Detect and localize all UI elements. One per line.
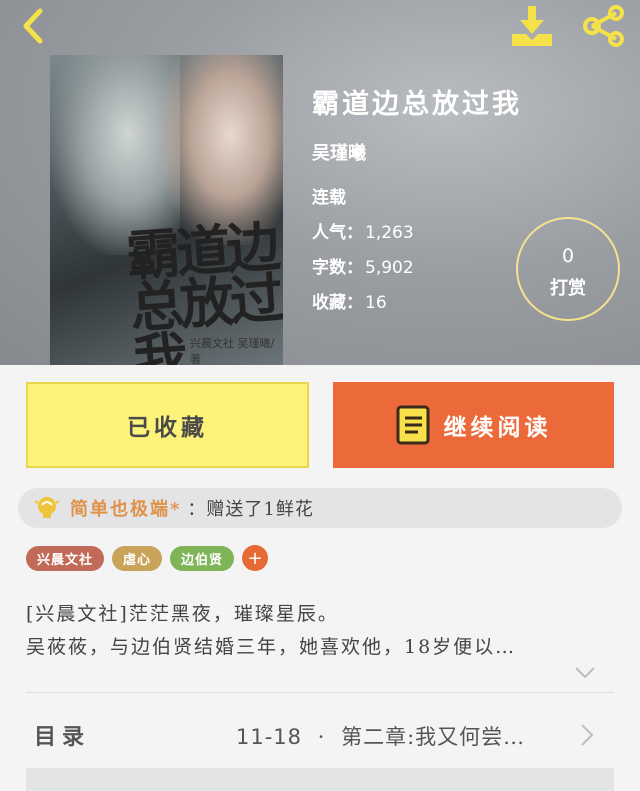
lightbulb-icon xyxy=(34,497,60,518)
toc-label: 目录 xyxy=(34,724,91,750)
stat-value: 5,902 xyxy=(365,258,414,278)
favorited-label: 已收藏 xyxy=(127,414,208,441)
add-tag-button[interactable]: + xyxy=(242,545,269,571)
favorites-stat: 收藏： 16 xyxy=(312,288,387,313)
book-title: 霸道边总放过我 xyxy=(312,89,522,120)
book-description[interactable]: [兴晨文社]茫茫黑夜，璀璨星辰。 吴莜莜，与边伯贤结婚三年，她喜欢他，18岁便以… xyxy=(26,598,616,664)
stat-label: 字数： xyxy=(312,258,363,278)
book-cover[interactable]: 霸道边总放过我 兴晨文社 吴瑾曦/著 xyxy=(50,55,283,365)
book-icon xyxy=(396,405,429,445)
latest-chapter-title: 第二章:我又何尝… xyxy=(341,725,526,749)
description-line: [兴晨文社]茫茫黑夜，璀璨星辰。 xyxy=(26,603,339,625)
word-count-stat: 字数： 5,902 xyxy=(312,253,414,278)
flower-gift-notice[interactable]: 简单也极端* ：赠送了1鲜花 xyxy=(18,488,622,528)
gift-message: ：赠送了1鲜花 xyxy=(187,499,314,520)
cover-art-author: 兴晨文社 吴瑾曦/著 xyxy=(190,337,275,365)
book-author[interactable]: 吴瑾曦 xyxy=(312,139,366,165)
tag-list: 兴晨文社 虐心 边伯贤 + xyxy=(26,545,269,571)
share-icon[interactable] xyxy=(580,4,628,48)
popularity-stat: 人气： 1,263 xyxy=(312,218,414,243)
stat-label: 人气： xyxy=(312,223,363,243)
continue-reading-button[interactable]: 继续阅读 xyxy=(333,382,614,468)
chevron-right-icon xyxy=(581,724,594,746)
divider xyxy=(26,692,614,693)
back-chevron-icon[interactable] xyxy=(14,6,54,46)
download-icon[interactable] xyxy=(508,4,556,48)
tag-chip[interactable]: 边伯贤 xyxy=(170,545,235,571)
favorited-button[interactable]: 已收藏 xyxy=(26,382,309,468)
tip-label: 打赏 xyxy=(550,278,586,299)
tip-button[interactable]: 0 打赏 xyxy=(516,217,620,321)
stat-value: 16 xyxy=(365,293,387,313)
tag-chip[interactable]: 兴晨文社 xyxy=(26,545,105,571)
next-section-placeholder xyxy=(26,768,614,791)
latest-chapter: 11-18 · 第二章:我又何尝… xyxy=(236,721,568,751)
description-line: 吴莜莜，与边伯贤结婚三年，她喜欢他，18岁便以… xyxy=(26,636,517,658)
chevron-down-icon[interactable] xyxy=(574,666,596,680)
tip-count: 0 xyxy=(561,245,575,267)
latest-chapter-date: 11-18 xyxy=(236,725,303,749)
serial-status: 连载 xyxy=(312,188,346,208)
gift-user-name[interactable]: 简单也极端* xyxy=(70,495,181,521)
stat-label: 收藏： xyxy=(312,293,363,313)
separator-dot: · xyxy=(317,725,326,749)
stat-value: 1,263 xyxy=(365,223,414,243)
continue-reading-label: 继续阅读 xyxy=(443,414,552,441)
tag-chip[interactable]: 虐心 xyxy=(112,545,163,571)
table-of-contents-row[interactable]: 目录 11-18 · 第二章:我又何尝… xyxy=(0,705,640,761)
